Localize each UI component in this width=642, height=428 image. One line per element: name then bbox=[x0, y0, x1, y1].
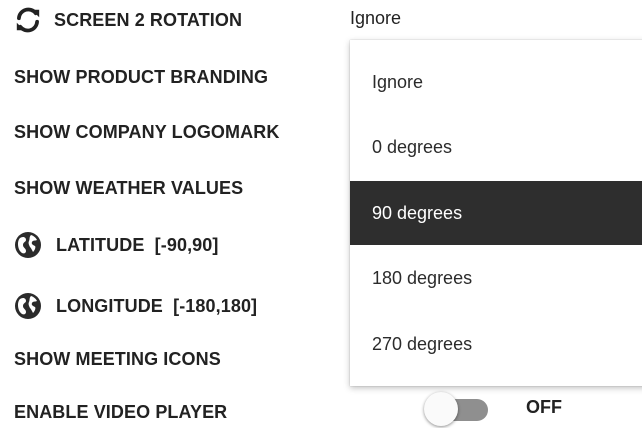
globe-icon bbox=[14, 292, 42, 320]
setting-row-company-logomark: SHOW COMPANY LOGOMARK bbox=[14, 117, 279, 147]
setting-row-video-player: ENABLE VIDEO PLAYER bbox=[14, 397, 227, 427]
setting-label-longitude: LONGITUDE [-180,180] bbox=[56, 295, 258, 316]
setting-label-company-logomark: SHOW COMPANY LOGOMARK bbox=[14, 121, 280, 142]
dropdown-option-270-degrees[interactable]: 270 degrees bbox=[350, 312, 642, 376]
setting-row-screen2-rotation: SCREEN 2 ROTATION bbox=[14, 5, 242, 35]
setting-label-video-player: ENABLE VIDEO PLAYER bbox=[14, 401, 228, 422]
setting-label-meeting-icons: SHOW MEETING ICONS bbox=[14, 348, 221, 369]
dropdown-option-90-degrees[interactable]: 90 degrees bbox=[350, 181, 642, 245]
video-player-toggle-state: OFF bbox=[526, 397, 562, 417]
setting-label-product-branding: SHOW PRODUCT BRANDING bbox=[14, 66, 269, 87]
setting-row-longitude: LONGITUDE [-180,180] bbox=[14, 291, 257, 321]
setting-label-weather-values: SHOW WEATHER VALUES bbox=[14, 177, 244, 198]
toggle-knob bbox=[424, 392, 458, 426]
setting-row-product-branding: SHOW PRODUCT BRANDING bbox=[14, 62, 268, 92]
sync-icon bbox=[14, 6, 42, 34]
dropdown-option-ignore[interactable]: Ignore bbox=[350, 50, 642, 114]
rotation-dropdown-menu: Ignore 0 degrees 90 degrees 180 degrees … bbox=[350, 40, 642, 386]
dropdown-option-0-degrees[interactable]: 0 degrees bbox=[350, 115, 642, 179]
setting-row-meeting-icons: SHOW MEETING ICONS bbox=[14, 344, 221, 374]
setting-row-weather-values: SHOW WEATHER VALUES bbox=[14, 173, 243, 203]
globe-icon bbox=[14, 231, 42, 259]
video-player-toggle[interactable] bbox=[424, 392, 494, 426]
setting-label-screen2-rotation: SCREEN 2 ROTATION bbox=[54, 9, 243, 30]
rotation-select-value[interactable]: Ignore bbox=[350, 8, 401, 29]
setting-label-latitude: LATITUDE [-90,90] bbox=[56, 234, 219, 255]
dropdown-option-180-degrees[interactable]: 180 degrees bbox=[350, 246, 642, 310]
setting-row-latitude: LATITUDE [-90,90] bbox=[14, 230, 218, 260]
